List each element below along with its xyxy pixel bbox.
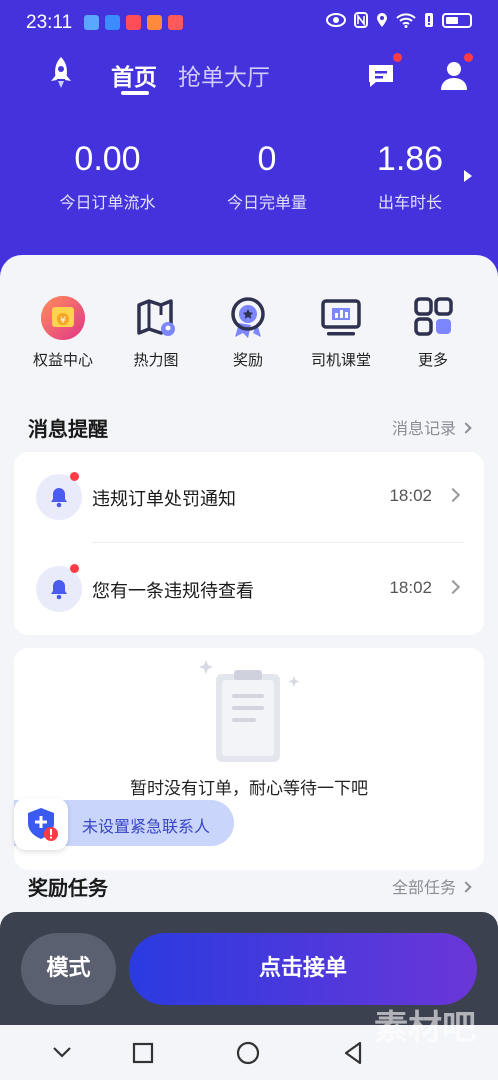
stat-label: 今日订单流水 bbox=[59, 193, 156, 212]
grid-item-label: 权益中心 bbox=[32, 351, 93, 369]
status-time: 23:11 bbox=[26, 12, 73, 33]
top-nav: 首页 抢单大厅 bbox=[0, 50, 498, 100]
status-app-icons bbox=[84, 15, 183, 30]
grid-item-rights-center[interactable]: ¥ 权益中心 bbox=[18, 295, 108, 370]
chevron-right-icon bbox=[445, 579, 461, 595]
nfc-icon bbox=[354, 12, 368, 28]
message-text: 您有一条违规待查看 bbox=[92, 581, 254, 602]
grid-item-driver-class[interactable]: 司机课堂 bbox=[296, 295, 386, 370]
empty-clipboard-icon bbox=[199, 660, 300, 762]
stat-label: 出车时长 bbox=[377, 193, 442, 212]
grid-item-label: 司机课堂 bbox=[310, 351, 371, 369]
stats-arrow-icon[interactable] bbox=[464, 170, 472, 182]
message-records-link[interactable]: 消息记录 bbox=[391, 415, 472, 439]
chevron-right-icon bbox=[460, 422, 472, 434]
divider bbox=[92, 542, 464, 543]
eye-icon bbox=[326, 13, 346, 27]
stat-order-revenue[interactable]: 0.00 今日订单流水 bbox=[50, 140, 165, 213]
chevron-right-icon bbox=[460, 881, 472, 893]
grid-item-label: 奖励 bbox=[232, 351, 263, 369]
status-right bbox=[326, 12, 472, 28]
recents-icon[interactable] bbox=[132, 1042, 154, 1064]
unread-badge bbox=[70, 472, 79, 481]
back-icon[interactable] bbox=[342, 1041, 364, 1065]
main-sheet: ¥ 权益中心 热力图 奖励 司机课堂 更多 消息提醒 消息记录 违规订单处罚通知… bbox=[0, 255, 498, 1025]
grid-item-label: 更多 bbox=[417, 351, 448, 369]
reward-icon bbox=[225, 295, 271, 341]
grid-item-more[interactable]: 更多 bbox=[388, 295, 478, 370]
profile-icon[interactable] bbox=[438, 58, 470, 92]
messages-title: 消息提醒 bbox=[28, 417, 108, 441]
message-time: 18:02 bbox=[389, 578, 432, 597]
status-bar: 23:11 bbox=[0, 0, 498, 46]
battery-icon bbox=[442, 12, 472, 28]
grid-item-reward[interactable]: 奖励 bbox=[203, 295, 293, 370]
message-text: 违规订单处罚通知 bbox=[92, 489, 236, 510]
tab-order-hall[interactable]: 抢单大厅 bbox=[178, 58, 270, 92]
tasks-title: 奖励任务 bbox=[28, 876, 108, 900]
location-icon bbox=[377, 13, 387, 27]
unread-badge bbox=[70, 564, 79, 573]
messages-card: 违规订单处罚通知 18:02 您有一条违规待查看 18:02 bbox=[14, 452, 484, 635]
stat-value: 0 bbox=[257, 140, 277, 178]
heatmap-icon bbox=[133, 295, 179, 341]
profile-badge bbox=[464, 53, 473, 62]
message-icon[interactable] bbox=[366, 62, 396, 90]
watermark: 素材吧 bbox=[374, 1008, 476, 1048]
stats-row[interactable]: 0.00 今日订单流水 0 今日完单量 1.86 出车时长 bbox=[0, 140, 498, 230]
header-banner: 23:11 首页 抢单大厅 0.00 今日订单流水 0 今日完单量 1.86 出… bbox=[0, 0, 498, 290]
wifi-icon bbox=[396, 13, 416, 28]
rocket-icon[interactable] bbox=[45, 55, 77, 91]
stat-label: 今日完单量 bbox=[226, 193, 307, 212]
svg-text:¥: ¥ bbox=[60, 316, 66, 326]
home-icon[interactable] bbox=[236, 1041, 260, 1065]
grid-item-label: 热力图 bbox=[133, 351, 179, 369]
take-order-button[interactable]: 点击接单 bbox=[129, 933, 477, 1005]
tab-home[interactable]: 首页 bbox=[111, 58, 157, 92]
emergency-contact-text: 未设置紧急联系人 bbox=[82, 817, 211, 836]
tab-home-indicator bbox=[121, 91, 149, 95]
stat-value: 1.86 bbox=[376, 140, 444, 178]
chevron-right-icon bbox=[445, 487, 461, 503]
driver-class-icon bbox=[318, 295, 364, 341]
emergency-contact-banner[interactable]: 未设置紧急联系人 bbox=[14, 798, 234, 850]
stat-completed-orders[interactable]: 0 今日完单量 bbox=[215, 140, 319, 213]
stat-drive-duration[interactable]: 1.86 出车时长 bbox=[365, 140, 455, 213]
mode-button[interactable]: 模式 bbox=[21, 933, 116, 1005]
message-records-label: 消息记录 bbox=[391, 419, 456, 438]
all-tasks-label: 全部任务 bbox=[391, 878, 456, 897]
grid-item-heatmap[interactable]: 热力图 bbox=[111, 295, 201, 370]
alert-icon bbox=[425, 13, 433, 27]
message-badge bbox=[393, 53, 402, 62]
stat-value: 0.00 bbox=[74, 140, 141, 178]
chevron-down-icon[interactable] bbox=[52, 1045, 72, 1059]
message-time: 18:02 bbox=[389, 486, 432, 505]
all-tasks-link[interactable]: 全部任务 bbox=[391, 874, 472, 898]
message-item[interactable]: 违规订单处罚通知 18:02 bbox=[14, 452, 484, 543]
more-icon bbox=[410, 295, 456, 341]
message-item[interactable]: 您有一条违规待查看 18:02 bbox=[14, 544, 484, 634]
shield-icon bbox=[14, 798, 68, 850]
feature-grid: ¥ 权益中心 热力图 奖励 司机课堂 更多 bbox=[0, 295, 498, 375]
rights-center-icon: ¥ bbox=[40, 295, 86, 341]
empty-orders-text: 暂时没有订单，耐心等待一下吧 bbox=[130, 779, 368, 799]
